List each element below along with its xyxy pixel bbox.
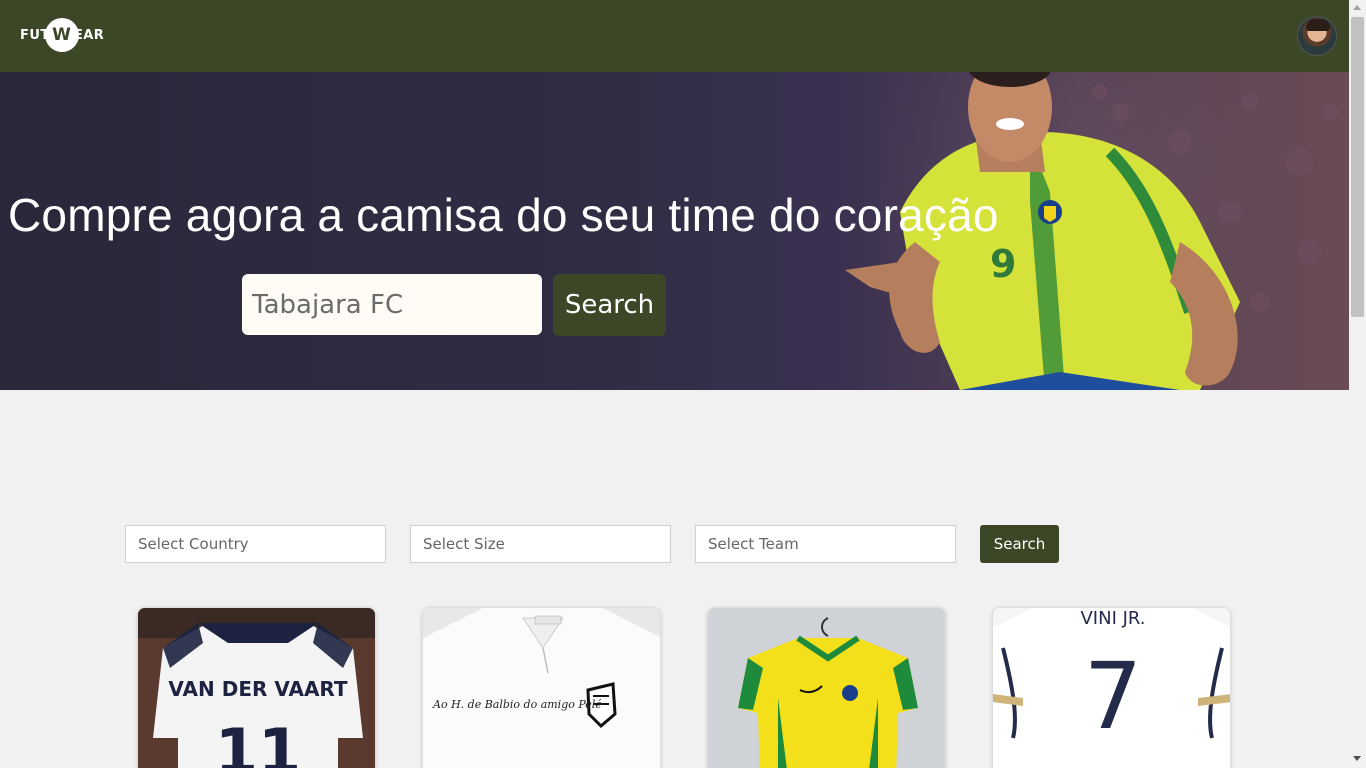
scrollbar-thumb[interactable] (1351, 17, 1364, 317)
product-card[interactable] (707, 607, 946, 768)
size-select-placeholder: Select Size (423, 535, 505, 553)
card-2-signature: Ao H. de Balbio do amigo Pelé (432, 698, 602, 711)
filter-search-button[interactable]: Search (980, 525, 1059, 563)
avatar-hair-icon (1306, 19, 1330, 31)
page-scrollbar[interactable] (1349, 0, 1366, 768)
svg-text:9: 9 (990, 242, 1016, 286)
hero-search-button[interactable]: Search (553, 274, 666, 336)
scroll-down-arrow-icon[interactable] (1353, 756, 1361, 761)
country-select-placeholder: Select Country (138, 535, 249, 553)
scroll-up-arrow-icon[interactable] (1353, 5, 1361, 10)
futwear-logo[interactable]: FUT W EAR (20, 17, 104, 53)
product-card[interactable]: VAN DER VAART 11 (137, 607, 376, 768)
logo-text-right: EAR (73, 27, 105, 43)
user-avatar[interactable] (1297, 16, 1337, 56)
team-select[interactable]: Select Team (695, 525, 956, 563)
team-select-placeholder: Select Team (708, 535, 799, 553)
card-1-number: 11 (215, 715, 301, 768)
product-image-santos-pele: Ao H. de Balbio do amigo Pelé (423, 608, 660, 768)
hero-search-input[interactable] (242, 274, 542, 335)
card-4-name-text: VINI JR. (1080, 608, 1145, 629)
page: FUT W EAR 9 Compre agora a camisa do seu… (0, 0, 1366, 768)
card-1-name-text: VAN DER VAART (168, 677, 348, 701)
product-card[interactable]: VINI JR. 7 (992, 607, 1231, 768)
size-select[interactable]: Select Size (410, 525, 671, 563)
product-image-brazil-jersey (708, 608, 945, 768)
product-image-vini-jr: VINI JR. 7 (993, 608, 1230, 768)
hero-title: Compre agora a camisa do seu time do cor… (8, 189, 999, 241)
product-card[interactable]: Ao H. de Balbio do amigo Pelé (422, 607, 661, 768)
country-select[interactable]: Select Country (125, 525, 386, 563)
navbar: FUT W EAR (0, 0, 1349, 72)
product-image-van-der-vaart: VAN DER VAART 11 (138, 608, 375, 768)
hero-banner: 9 Compre agora a camisa do seu time do c… (0, 72, 1349, 390)
card-4-number: 7 (1084, 643, 1143, 750)
